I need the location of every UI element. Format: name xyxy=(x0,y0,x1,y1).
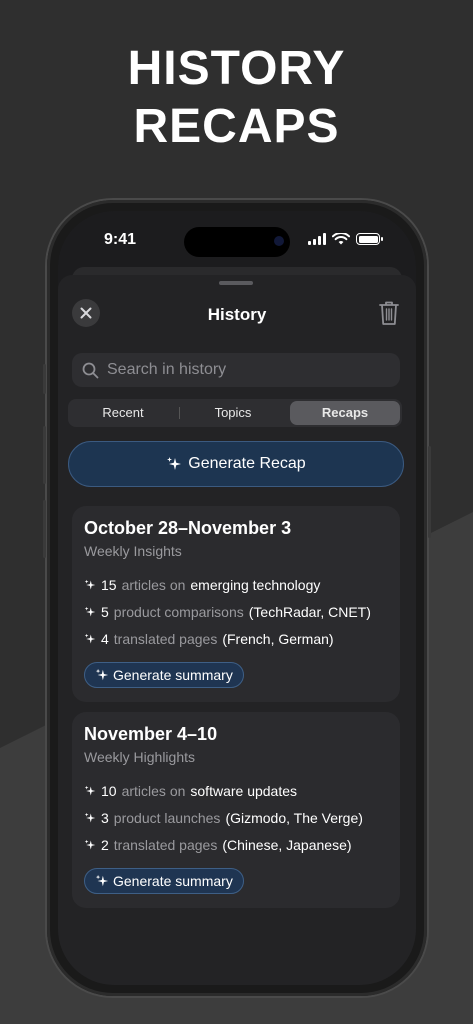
history-sheet: History Search in history Recent Topics … xyxy=(58,275,416,985)
system-icons xyxy=(308,233,383,245)
item-count: 10 xyxy=(101,782,117,799)
headline-line-2: RECAPS xyxy=(133,100,340,153)
card-items: 10 articles on software updates 3 produc… xyxy=(84,777,388,858)
item-muted-text: product comparisons xyxy=(113,603,244,620)
list-item: 5 product comparisons (TechRadar, CNET) xyxy=(84,598,388,625)
sheet-title: History xyxy=(207,305,267,324)
search-icon xyxy=(82,362,99,378)
promo-headline: HISTORY RECAPS xyxy=(0,40,473,156)
generate-summary-label: Generate summary xyxy=(113,667,233,683)
card-items: 15 articles on emerging technology 5 pro… xyxy=(84,571,388,652)
item-text: (French, German) xyxy=(222,630,334,647)
tab-topics[interactable]: Topics xyxy=(178,399,288,427)
item-muted-text: articles on xyxy=(121,782,186,799)
sheet-grabber[interactable] xyxy=(219,281,253,285)
card-subtitle: Weekly Insights xyxy=(84,543,182,559)
item-muted-text: articles on xyxy=(121,576,186,593)
tab-recaps[interactable]: Recaps xyxy=(290,401,400,425)
generate-recap-button[interactable]: Generate Recap xyxy=(68,441,404,487)
battery-icon xyxy=(356,233,383,245)
generate-recap-label: Generate Recap xyxy=(188,455,306,472)
sparkles-icon xyxy=(95,668,109,681)
sparkles-icon xyxy=(84,579,96,589)
generate-summary-button[interactable]: Generate summary xyxy=(84,868,244,894)
item-count: 4 xyxy=(101,630,109,647)
volume-up-button xyxy=(43,426,46,484)
recap-card[interactable]: November 4–10 Weekly Highlights 10 artic… xyxy=(72,712,400,908)
wifi-icon xyxy=(332,233,350,245)
status-bar: 9:41 xyxy=(58,211,416,265)
item-count: 2 xyxy=(101,836,109,853)
camera-dot xyxy=(274,236,284,246)
trash-icon[interactable] xyxy=(378,300,400,326)
item-text: (TechRadar, CNET) xyxy=(248,603,371,620)
card-title: October 28–November 3 xyxy=(84,518,292,538)
sparkles-icon xyxy=(84,633,96,643)
segment-divider xyxy=(179,407,180,419)
tab-recent[interactable]: Recent xyxy=(68,399,178,427)
power-button xyxy=(428,446,431,538)
item-text: software updates xyxy=(190,782,298,799)
phone-screen: 9:41 History Search in history Recent To… xyxy=(58,211,416,985)
card-subtitle: Weekly Highlights xyxy=(84,749,196,765)
search-placeholder: Search in history xyxy=(107,361,227,378)
item-text: (Chinese, Japanese) xyxy=(222,836,352,853)
generate-summary-label: Generate summary xyxy=(113,873,233,889)
list-item: 10 articles on software updates xyxy=(84,777,388,804)
list-item: 2 translated pages (Chinese, Japanese) xyxy=(84,831,388,858)
item-count: 5 xyxy=(101,603,109,620)
item-muted-text: product launches xyxy=(113,809,221,826)
segmented-control: Recent Topics Recaps xyxy=(68,399,402,427)
sparkles-icon xyxy=(84,785,96,795)
sparkles-icon xyxy=(95,874,109,887)
item-muted-text: translated pages xyxy=(113,836,218,853)
sparkles-icon xyxy=(167,457,182,470)
signal-icon xyxy=(308,233,326,245)
headline-line-1: HISTORY xyxy=(127,42,346,95)
phone-frame: 9:41 History Search in history Recent To… xyxy=(43,200,431,996)
sparkles-icon xyxy=(84,606,96,616)
list-item: 4 translated pages (French, German) xyxy=(84,625,388,652)
sparkles-icon xyxy=(84,812,96,822)
mute-switch xyxy=(43,364,46,394)
list-item: 15 articles on emerging technology xyxy=(84,571,388,598)
sparkles-icon xyxy=(84,839,96,849)
item-count: 15 xyxy=(101,576,117,593)
generate-summary-button[interactable]: Generate summary xyxy=(84,662,244,688)
item-count: 3 xyxy=(101,809,109,826)
volume-down-button xyxy=(43,500,46,558)
search-field[interactable]: Search in history xyxy=(72,353,400,387)
item-text: emerging technology xyxy=(190,576,321,593)
card-title: November 4–10 xyxy=(84,724,218,744)
item-text: (Gizmodo, The Verge) xyxy=(225,809,363,826)
status-time: 9:41 xyxy=(104,231,137,248)
item-muted-text: translated pages xyxy=(113,630,218,647)
list-item: 3 product launches (Gizmodo, The Verge) xyxy=(84,804,388,831)
recap-card[interactable]: October 28–November 3 Weekly Insights 15… xyxy=(72,506,400,702)
